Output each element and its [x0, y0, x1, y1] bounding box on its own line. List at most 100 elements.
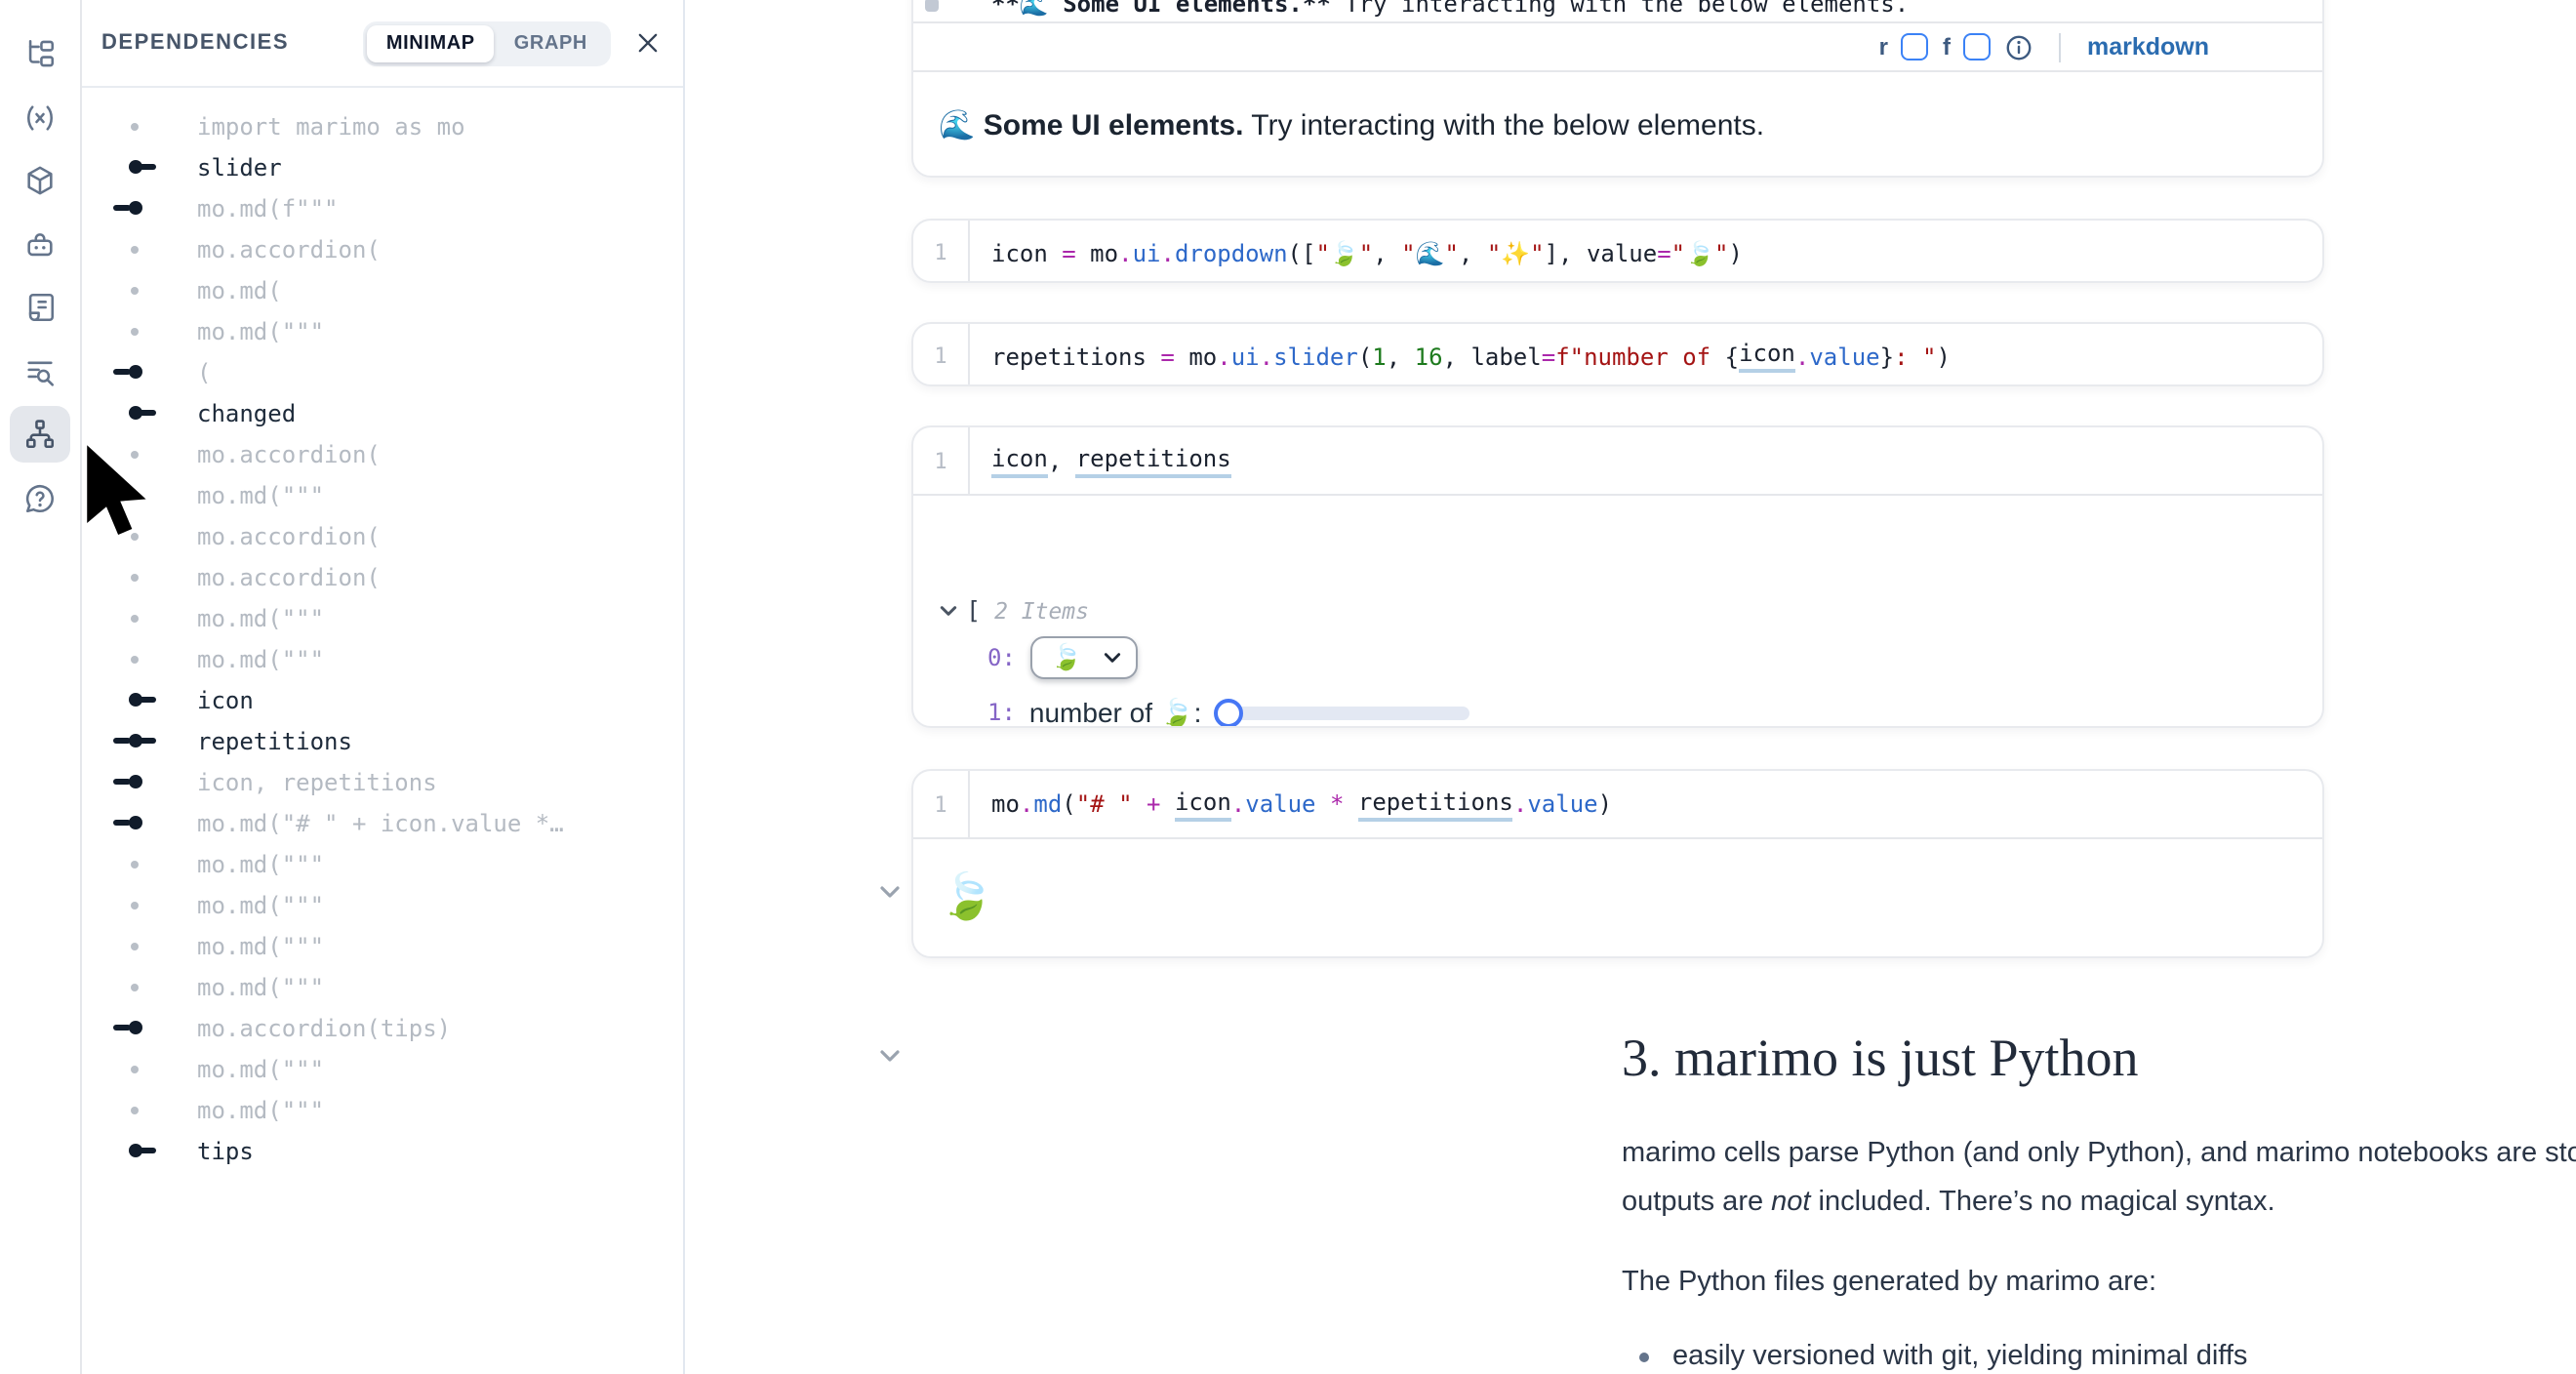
- tree-key-1: 1:: [987, 699, 1016, 726]
- output-rest-text: Try interacting with the below elements.: [1243, 108, 1764, 141]
- icon-dropdown-select[interactable]: 🍃: [1031, 636, 1137, 679]
- minimap-item[interactable]: mo.accordion(: [80, 556, 683, 597]
- minimap-item[interactable]: tips: [80, 1130, 683, 1171]
- minimap-marker-use: [115, 1007, 158, 1048]
- scroll-icon: [23, 291, 57, 324]
- minimap-item-label: mo.md(""": [197, 317, 324, 344]
- tree-open-bracket: [: [966, 595, 981, 625]
- sitemap-icon: [23, 418, 57, 451]
- tab-minimap[interactable]: MINIMAP: [367, 24, 495, 61]
- tree-collapse-chevron-icon[interactable]: [939, 600, 958, 620]
- minimap-marker-dot: [115, 269, 158, 310]
- minimap-item[interactable]: mo.md(""": [80, 1089, 683, 1130]
- line-number: 1: [913, 240, 968, 265]
- minimap-item[interactable]: mo.md(f""": [80, 187, 683, 228]
- cell-collapse-chevron-icon[interactable]: [878, 880, 902, 904]
- minimap-item[interactable]: mo.accordion(tips): [80, 1007, 683, 1048]
- minimap-marker-def: [115, 146, 158, 187]
- minimap-marker-dot: [115, 843, 158, 884]
- minimap-item-label: mo.accordion(: [197, 235, 381, 263]
- markdown-output: 🌊 Some UI elements. Try interacting with…: [913, 72, 2322, 176]
- format-checkbox[interactable]: [1964, 33, 1992, 61]
- robot-icon: [23, 228, 57, 262]
- repetitions-slider[interactable]: [1213, 698, 1469, 727]
- sidebar-item-file-tree[interactable]: [10, 25, 70, 82]
- minimap-item[interactable]: changed: [80, 392, 683, 433]
- code-editor-line[interactable]: icon = mo.ui.dropdown(["🍃", "🌊", "✨"], v…: [968, 221, 2322, 283]
- close-panel-button[interactable]: [634, 29, 662, 57]
- info-icon[interactable]: [2005, 32, 2034, 61]
- notebook-main: **🌊 Some UI elements.** Try interacting …: [685, 0, 2576, 1374]
- minimap-item[interactable]: repetitions: [80, 720, 683, 761]
- minimap-item[interactable]: mo.md("# " + icon.value *…: [80, 802, 683, 843]
- list-search-icon: [23, 355, 57, 388]
- close-icon: [634, 29, 662, 57]
- section-collapse-chevron-icon[interactable]: [878, 1044, 902, 1068]
- section-heading: 3. marimo is just Python: [1622, 1029, 2139, 1089]
- sidebar-item-documentation[interactable]: [10, 279, 70, 336]
- slider-track[interactable]: [1227, 706, 1469, 719]
- minimap-item[interactable]: mo.md(""": [80, 925, 683, 966]
- cell-md-heading[interactable]: 1 mo.md("# " + icon.value * repetitions.…: [911, 769, 2324, 958]
- sidebar-item-dependencies[interactable]: [10, 406, 70, 463]
- minimap-item-label: mo.md(: [197, 276, 282, 303]
- minimap-item-label: mo.md("# " + icon.value *…: [197, 809, 564, 836]
- paragraph-2: The Python files generated by marimo are…: [1622, 1259, 2576, 1308]
- code-editor-line[interactable]: repetitions = mo.ui.slider(1, 16, label=…: [968, 324, 2322, 386]
- minimap-marker-dot: [115, 597, 158, 638]
- bullet-dot: [1639, 1353, 1649, 1362]
- minimap-marker-dot: [115, 105, 158, 146]
- cell-icon-dropdown[interactable]: 1 icon = mo.ui.dropdown(["🍃", "🌊", "✨"],…: [911, 219, 2324, 283]
- minimap-marker-dot: [115, 925, 158, 966]
- minimap-item[interactable]: mo.md(""": [80, 638, 683, 679]
- line-number: 1: [913, 791, 968, 817]
- minimap-item[interactable]: mo.md(""": [80, 884, 683, 925]
- markdown-cell-toolbar: r f markdown: [913, 21, 2322, 72]
- sidebar-item-help[interactable]: [10, 470, 70, 527]
- source-rest-text: Try interacting with the below elements.: [1331, 0, 1909, 18]
- help-icon: [23, 482, 57, 515]
- minimap-item[interactable]: mo.md(""": [80, 310, 683, 351]
- minimap-item[interactable]: mo.md(: [80, 269, 683, 310]
- sidebar-item-scratchpad[interactable]: [10, 344, 70, 400]
- tab-graph[interactable]: GRAPH: [495, 24, 607, 61]
- line-number: 1: [913, 344, 968, 369]
- minimap-marker-def: [115, 392, 158, 433]
- format-toggle-label: f: [1943, 33, 1951, 61]
- sidebar-item-ai-assistant[interactable]: [10, 217, 70, 273]
- minimap-item[interactable]: mo.md(""": [80, 966, 683, 1007]
- minimap-item[interactable]: mo.md(""": [80, 597, 683, 638]
- minimap-item[interactable]: icon, repetitions: [80, 761, 683, 802]
- minimap-item-label: mo.md(""": [197, 850, 324, 877]
- minimap-marker-use: [115, 351, 158, 392]
- minimap-list: import marimo as moslidermo.md(f""" mo.ac…: [80, 88, 683, 1171]
- drag-handle[interactable]: [925, 0, 939, 12]
- cell-markdown-ui-elements[interactable]: **🌊 Some UI elements.** Try interacting …: [911, 0, 2324, 178]
- tree-key-0: 0:: [987, 644, 1016, 671]
- minimap-item[interactable]: mo.accordion(: [80, 228, 683, 269]
- minimap-item-label: mo.accordion(: [197, 522, 381, 549]
- minimap-item[interactable]: slider: [80, 146, 683, 187]
- minimap-item[interactable]: mo.md(""": [80, 843, 683, 884]
- view-switcher: MINIMAP GRAPH: [363, 20, 611, 65]
- minimap-marker-dot: [115, 1048, 158, 1089]
- slider-knob[interactable]: [1213, 698, 1242, 727]
- minimap-item-label: tips: [197, 1137, 254, 1164]
- cell-icon-repetitions-tuple[interactable]: 1 icon, repetitions [ 2 Items 0: 🍃: [911, 425, 2324, 728]
- reactive-checkbox[interactable]: [1902, 33, 1929, 61]
- code-editor-line[interactable]: icon, repetitions: [968, 427, 2322, 494]
- minimap-item[interactable]: (: [80, 351, 683, 392]
- minimap-item-label: mo.md(""": [197, 1055, 324, 1082]
- language-indicator[interactable]: markdown: [2087, 33, 2209, 61]
- sidebar-item-variables[interactable]: [10, 90, 70, 146]
- sidebar-item-packages[interactable]: [10, 152, 70, 209]
- cell-repetitions-slider[interactable]: 1 repetitions = mo.ui.slider(1, 16, labe…: [911, 322, 2324, 386]
- package-icon: [23, 164, 57, 197]
- minimap-marker-dot: [115, 1089, 158, 1130]
- minimap-marker-use: [115, 187, 158, 228]
- minimap-item[interactable]: import marimo as mo: [80, 105, 683, 146]
- code-editor-line[interactable]: mo.md("# " + icon.value * repetitions.va…: [968, 771, 2322, 837]
- minimap-marker-def: [115, 1130, 158, 1171]
- minimap-item[interactable]: icon: [80, 679, 683, 720]
- minimap-item[interactable]: mo.md(""": [80, 1048, 683, 1089]
